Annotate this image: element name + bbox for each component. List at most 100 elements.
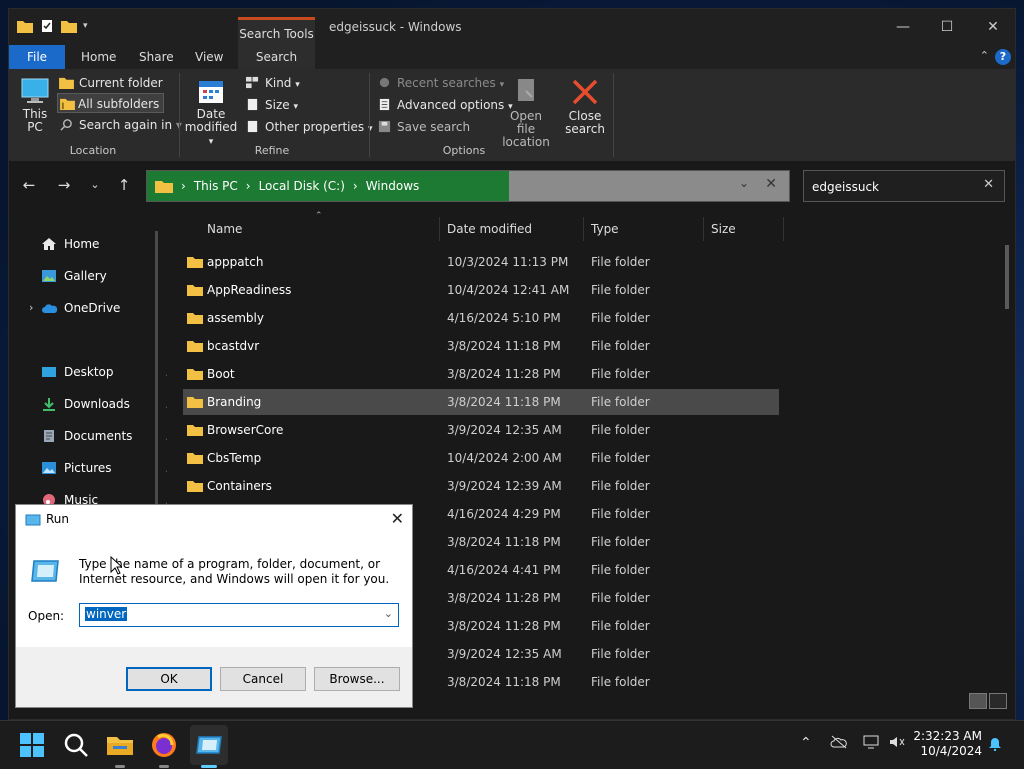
system-clock[interactable]: 2:32:23 AM 10/4/2024 xyxy=(910,729,982,759)
column-header-size[interactable]: Size xyxy=(711,217,736,241)
advanced-options-button[interactable]: Advanced options ▾ xyxy=(377,95,513,115)
forward-arrow-icon[interactable]: → xyxy=(54,175,74,195)
tab-view[interactable]: View xyxy=(183,45,235,69)
table-row[interactable]: BrowserCore 3/9/2024 12:35 AM File folder xyxy=(183,417,779,443)
start-windows-icon[interactable] xyxy=(16,729,48,761)
file-date-modified: 3/8/2024 11:18 PM xyxy=(447,675,561,689)
table-row[interactable]: assembly 4/16/2024 5:10 PM File folder xyxy=(183,305,779,331)
kind-button[interactable]: Kind ▾ xyxy=(245,73,300,93)
nav-item-home[interactable]: Home xyxy=(41,231,99,257)
notification-bell-icon[interactable] xyxy=(988,737,1002,751)
show-hidden-icons-chevron-icon[interactable]: ⌃ xyxy=(800,735,812,751)
file-type: File folder xyxy=(591,339,650,353)
quick-access-toolbar: ▾ xyxy=(17,19,88,33)
address-history-chevron-icon[interactable]: ⌄ xyxy=(739,176,749,190)
network-icon[interactable] xyxy=(862,735,880,749)
column-header-name[interactable]: Name xyxy=(207,217,242,241)
file-explorer-icon[interactable] xyxy=(104,729,136,761)
table-row[interactable]: Containers 3/9/2024 12:39 AM File folder xyxy=(183,473,779,499)
tab-share[interactable]: Share xyxy=(127,45,186,69)
column-separator[interactable] xyxy=(439,217,440,241)
run-command-input[interactable]: winver ⌄ xyxy=(79,603,399,627)
search-input[interactable] xyxy=(810,177,974,197)
search-icon xyxy=(60,119,72,131)
table-row[interactable]: Branding 3/8/2024 11:18 PM File folder xyxy=(183,389,779,415)
onedrive-status-icon[interactable] xyxy=(830,735,848,749)
maximize-button[interactable]: ☐ xyxy=(925,15,969,39)
nav-item-downloads[interactable]: Downloads 📌 xyxy=(41,391,177,417)
clear-search-close-icon[interactable]: ✕ xyxy=(983,177,994,192)
nav-item-pictures[interactable]: Pictures 📌 xyxy=(41,455,177,481)
chevron-down-icon[interactable]: ▾ xyxy=(83,21,88,31)
table-row[interactable]: AppReadiness 10/4/2024 12:41 AM File folde… xyxy=(183,277,779,303)
breadcrumb-local-disk[interactable]: Local Disk (C:) xyxy=(259,179,345,193)
back-arrow-icon[interactable]: ← xyxy=(19,175,39,195)
this-pc-button[interactable]: This PC xyxy=(17,77,53,134)
volume-muted-icon[interactable] xyxy=(888,735,906,749)
run-close-icon[interactable]: ✕ xyxy=(391,509,404,528)
open-file-location-icon xyxy=(518,79,534,101)
chevron-up-icon[interactable]: ⌃ xyxy=(980,49,989,65)
table-row[interactable]: CbsTemp 10/4/2024 2:00 AM File folder xyxy=(183,445,779,471)
nav-item-onedrive[interactable]: OneDrive xyxy=(41,295,120,321)
save-search-button[interactable]: Save search xyxy=(377,117,470,137)
nav-item-documents[interactable]: Documents 📌 xyxy=(41,423,177,449)
current-folder-button[interactable]: Current folder xyxy=(59,73,163,93)
help-icon[interactable]: ? xyxy=(995,49,1011,65)
run-taskbar-icon[interactable] xyxy=(193,729,225,761)
details-view-icon[interactable] xyxy=(969,693,987,709)
folder-icon[interactable] xyxy=(17,19,33,33)
stop-search-close-icon[interactable]: ✕ xyxy=(765,176,777,192)
ribbon: This PC Current folder All subfolders Se… xyxy=(9,69,1015,162)
recent-locations-chevron-icon[interactable]: ⌄ xyxy=(85,175,105,195)
minimize-button[interactable]: — xyxy=(881,15,925,39)
column-separator[interactable] xyxy=(703,217,704,241)
firefox-icon[interactable] xyxy=(148,729,180,761)
sort-ascending-icon: ⌃ xyxy=(315,211,323,221)
tab-file[interactable]: File xyxy=(9,45,65,69)
new-folder-icon[interactable] xyxy=(61,19,77,33)
size-button[interactable]: Size ▾ xyxy=(245,95,298,115)
search-box[interactable]: ✕ xyxy=(803,170,1005,202)
column-header-type[interactable]: Type xyxy=(591,217,619,241)
address-bar[interactable]: › This PC › Local Disk (C:) › Windows ⌄ … xyxy=(146,170,790,202)
file-list-scrollbar[interactable] xyxy=(1005,245,1009,309)
search-icon[interactable] xyxy=(60,729,92,761)
tab-home[interactable]: Home xyxy=(69,45,128,69)
table-row[interactable]: apppatch 10/3/2024 11:13 PM File folder xyxy=(183,249,779,275)
cancel-button[interactable]: Cancel xyxy=(220,667,306,691)
navigation-pane-scrollbar[interactable] xyxy=(155,231,158,531)
large-icons-view-icon[interactable] xyxy=(989,693,1007,709)
expand-chevron-icon[interactable]: › xyxy=(29,301,33,314)
up-arrow-icon[interactable]: ↑ xyxy=(114,175,134,195)
run-command-value[interactable]: winver xyxy=(85,607,128,621)
date-modified-button[interactable]: Date modified ▾ xyxy=(183,77,239,149)
breadcrumb-this-pc[interactable]: This PC xyxy=(194,179,238,193)
run-body: Type the name of a program, folder, docu… xyxy=(16,535,412,647)
ribbon-separator xyxy=(613,73,614,157)
properties-icon[interactable] xyxy=(39,19,55,33)
nav-item-desktop[interactable]: Desktop 📌 xyxy=(41,359,177,385)
chevron-down-icon[interactable]: ⌄ xyxy=(384,607,393,620)
file-name: apppatch xyxy=(207,255,264,269)
column-separator[interactable] xyxy=(783,217,784,241)
search-again-in-button[interactable]: Search again in ▾ xyxy=(59,115,182,135)
nav-item-gallery[interactable]: Gallery xyxy=(41,263,107,289)
run-description: Type the name of a program, folder, docu… xyxy=(79,557,390,586)
other-properties-button[interactable]: Other properties ▾ xyxy=(245,117,372,137)
browse-button[interactable]: Browse... xyxy=(314,667,400,691)
recent-searches-button[interactable]: Recent searches ▾ xyxy=(377,73,504,93)
close-button[interactable]: ✕ xyxy=(971,15,1015,39)
ok-button[interactable]: OK xyxy=(126,667,212,691)
column-separator[interactable] xyxy=(583,217,584,241)
breadcrumb-windows[interactable]: Windows xyxy=(366,179,420,193)
close-search-button[interactable]: Close search xyxy=(561,77,609,136)
file-type: File folder xyxy=(591,675,650,689)
all-subfolders-button[interactable]: All subfolders xyxy=(57,93,165,113)
table-row[interactable]: bcastdvr 3/8/2024 11:18 PM File folder xyxy=(183,333,779,359)
column-header-date-modified[interactable]: Date modified xyxy=(447,217,532,241)
open-file-location-button[interactable]: Open file location xyxy=(499,77,553,149)
table-row[interactable]: Boot 3/8/2024 11:28 PM File folder xyxy=(183,361,779,387)
tab-search[interactable]: Search xyxy=(238,45,315,69)
folder-icon xyxy=(187,257,203,268)
